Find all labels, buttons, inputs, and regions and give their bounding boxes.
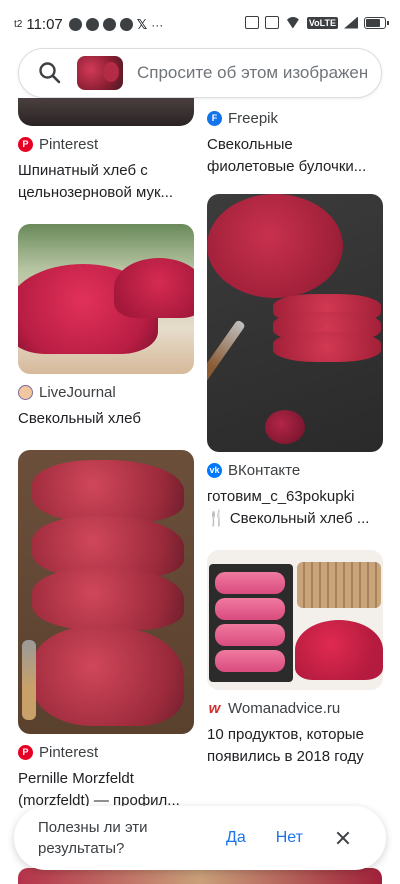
result-source[interactable]: w Womanadvice.ru xyxy=(207,698,383,718)
signal-icon xyxy=(344,16,358,29)
basket-image-part xyxy=(297,562,381,608)
knife-image-part xyxy=(207,319,246,399)
feedback-question: Полезны ли эти результаты? xyxy=(38,819,148,857)
results-column-right: F Freepik Свекольные фиолетовые булочки.… xyxy=(207,98,383,768)
result-image[interactable] xyxy=(18,450,194,734)
feedback-no-button[interactable]: Нет xyxy=(276,829,303,847)
result-title-line2[interactable]: цельнозерновой мук... xyxy=(18,182,194,204)
more-notifications-icon: ··· xyxy=(151,18,164,32)
volte-icon: VoLTE xyxy=(306,16,338,29)
wifi-icon xyxy=(284,16,301,29)
status-left: t2 11:07 𝕏 ··· xyxy=(14,16,163,33)
bun-image-part xyxy=(215,572,285,594)
bun-image-part xyxy=(215,624,285,646)
result-source[interactable]: P Pinterest xyxy=(18,742,194,762)
beet-image-part xyxy=(265,410,305,444)
battery-icon xyxy=(364,16,389,29)
feedback-bar: Полезны ли эти результаты? Да Нет xyxy=(14,806,386,870)
result-title-line2[interactable]: появились в 2018 году xyxy=(207,746,383,768)
result-title[interactable]: Шпинатный хлеб с xyxy=(18,160,194,182)
mute-icon xyxy=(264,16,279,29)
result-title[interactable]: Свекольный хлеб xyxy=(18,408,194,430)
result-title[interactable]: Pernille Morzfeldt xyxy=(18,768,194,790)
vk-icon: vk xyxy=(207,462,222,478)
knife-image-part xyxy=(22,640,36,720)
query-image-thumbnail[interactable] xyxy=(77,56,123,90)
results-column-left: P Pinterest Шпинатный хлеб с цельнозерно… xyxy=(18,98,194,812)
result-title[interactable]: готовим_с_63pokupki xyxy=(207,486,383,508)
source-name: Pinterest xyxy=(39,743,99,761)
source-name: LiveJournal xyxy=(39,383,116,401)
bread-image-part xyxy=(32,626,184,726)
bread-image-part xyxy=(32,568,184,630)
status-bar: t2 11:07 𝕏 ··· VoLTE xyxy=(0,0,400,48)
source-name: Freepik xyxy=(228,109,279,127)
result-source[interactable]: F Freepik xyxy=(207,108,383,128)
result-image[interactable] xyxy=(207,194,383,452)
search-input[interactable]: Спросите об этом изображении xyxy=(137,63,367,83)
whatsapp-icon xyxy=(68,18,82,31)
bread-image-part xyxy=(32,460,184,522)
result-title[interactable]: Свекольные xyxy=(207,134,383,156)
source-name: Pinterest xyxy=(39,135,99,153)
result-source[interactable]: vk ВКонтакте xyxy=(207,460,383,480)
result-image[interactable] xyxy=(207,550,383,690)
result-image[interactable] xyxy=(18,98,194,126)
source-name: ВКонтакте xyxy=(228,461,301,479)
bread-image-part xyxy=(114,258,194,318)
freepik-icon: F xyxy=(207,110,222,126)
result-source[interactable]: P Pinterest xyxy=(18,134,194,154)
womanadvice-icon: w xyxy=(208,699,221,717)
close-icon[interactable] xyxy=(333,828,353,848)
chat-icon xyxy=(85,18,99,31)
bread-image-part xyxy=(273,332,381,362)
pinterest-icon: P xyxy=(18,136,33,152)
source-name: Womanadvice.ru xyxy=(228,699,341,717)
app-notification-icon xyxy=(102,18,116,31)
next-results-peek[interactable] xyxy=(18,868,382,884)
x-icon: 𝕏 xyxy=(136,17,148,32)
status-right: VoLTE xyxy=(244,16,389,29)
feedback-yes-button[interactable]: Да xyxy=(226,829,246,847)
bread-image-part xyxy=(207,194,343,298)
result-source[interactable]: LiveJournal xyxy=(18,382,194,402)
search-bar[interactable]: Спросите об этом изображении xyxy=(18,48,382,98)
livejournal-icon xyxy=(18,384,33,400)
search-icon[interactable] xyxy=(37,60,63,86)
nfc-icon xyxy=(244,16,259,29)
result-title[interactable]: 10 продуктов, которые xyxy=(207,724,383,746)
result-image[interactable] xyxy=(18,224,194,374)
result-title-line2[interactable]: 🍴 Свекольный хлеб ... xyxy=(207,508,383,530)
facebook-icon xyxy=(119,18,133,31)
bun-image-part xyxy=(215,598,285,620)
result-title-line2[interactable]: фиолетовые булочки... xyxy=(207,156,383,178)
pinterest-icon: P xyxy=(18,744,33,760)
bun-image-part xyxy=(215,650,285,672)
bread-image-part xyxy=(295,620,383,680)
clock: 11:07 xyxy=(26,16,63,33)
carrier-label: t2 xyxy=(14,19,23,30)
